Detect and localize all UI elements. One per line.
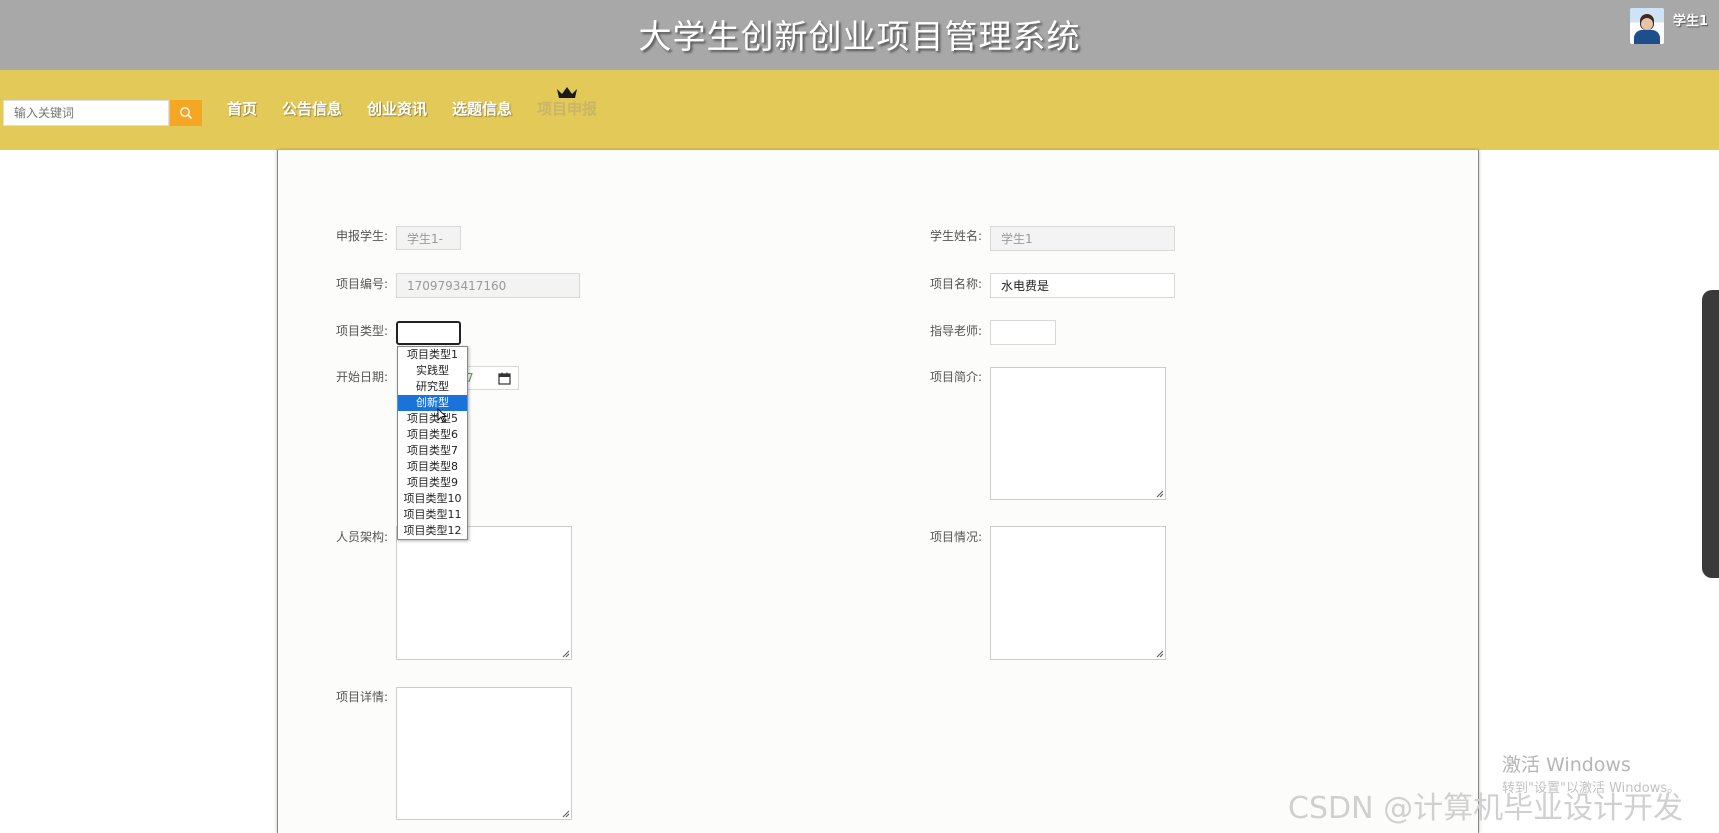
details-label: 项目详情:: [335, 690, 388, 704]
search-icon: [180, 107, 192, 119]
project-type-select[interactable]: [396, 321, 461, 345]
nav-item-project-apply[interactable]: 项目申报: [537, 98, 597, 119]
user-avatar[interactable]: [1630, 8, 1664, 44]
student-name-label: 学生姓名:: [929, 229, 982, 243]
project-type-option[interactable]: 创新型: [398, 395, 467, 411]
nav-item-home[interactable]: 首页: [227, 98, 257, 119]
status-label: 项目情况:: [929, 530, 982, 544]
csdn-watermark: CSDN @计算机毕业设计开发: [1288, 791, 1684, 826]
advisor-label: 指导老师:: [929, 324, 982, 338]
calendar-icon[interactable]: [498, 372, 511, 385]
side-panel-tab[interactable]: [1702, 290, 1719, 578]
resize-grip-icon[interactable]: [1156, 490, 1164, 498]
student-name-field: [990, 226, 1175, 251]
start-date-input[interactable]: 7: [463, 366, 519, 390]
project-type-option[interactable]: 项目类型5: [398, 411, 467, 427]
nav-item-startup-news[interactable]: 创业资讯: [367, 98, 427, 119]
details-textarea[interactable]: [396, 687, 572, 820]
nav-item-announcements[interactable]: 公告信息: [282, 98, 342, 119]
nav-bar: [0, 70, 1719, 150]
advisor-field[interactable]: [990, 320, 1056, 345]
start-date-label: 开始日期:: [335, 370, 388, 384]
project-type-option[interactable]: 研究型: [398, 379, 467, 395]
nav-item-topics[interactable]: 选题信息: [452, 98, 512, 119]
windows-activation-title: 激活 Windows: [1502, 754, 1631, 776]
project-type-option[interactable]: 项目类型1: [398, 347, 467, 363]
top-bar: 大学生创新创业项目管理系统 学生1: [0, 0, 1719, 70]
project-type-option[interactable]: 项目类型7: [398, 443, 467, 459]
project-type-option[interactable]: 项目类型9: [398, 475, 467, 491]
project-name-label: 项目名称:: [929, 277, 982, 291]
staff-textarea[interactable]: [396, 526, 572, 660]
mouse-cursor-icon: [437, 408, 447, 423]
project-type-option[interactable]: 项目类型6: [398, 427, 467, 443]
status-textarea[interactable]: [990, 526, 1166, 660]
student-field: [396, 226, 461, 250]
search-input[interactable]: [3, 100, 169, 126]
project-type-option[interactable]: 项目类型8: [398, 459, 467, 475]
project-type-dropdown[interactable]: 项目类型1 实践型 研究型 创新型 项目类型5 项目类型6 项目类型7 项目类型8 项目类型9 项…: [397, 346, 468, 540]
staff-label: 人员架构:: [335, 530, 388, 544]
project-no-field: [396, 273, 580, 298]
resize-grip-icon[interactable]: [1156, 650, 1164, 658]
project-name-field[interactable]: [990, 273, 1175, 298]
project-no-label: 项目编号:: [335, 277, 388, 291]
site-title: 大学生创新创业项目管理系统: [638, 17, 1081, 56]
intro-label: 项目简介:: [929, 370, 982, 384]
search-button[interactable]: [170, 100, 202, 126]
user-name[interactable]: 学生1: [1673, 10, 1708, 29]
project-type-option[interactable]: 项目类型11: [398, 507, 467, 523]
project-type-option[interactable]: 项目类型10: [398, 491, 467, 507]
project-type-label: 项目类型:: [335, 324, 388, 338]
project-type-option[interactable]: 项目类型12: [398, 523, 467, 539]
student-label: 申报学生:: [335, 229, 388, 243]
resize-grip-icon[interactable]: [562, 810, 570, 818]
intro-textarea[interactable]: [990, 367, 1166, 500]
resize-grip-icon[interactable]: [562, 650, 570, 658]
project-type-option[interactable]: 实践型: [398, 363, 467, 379]
